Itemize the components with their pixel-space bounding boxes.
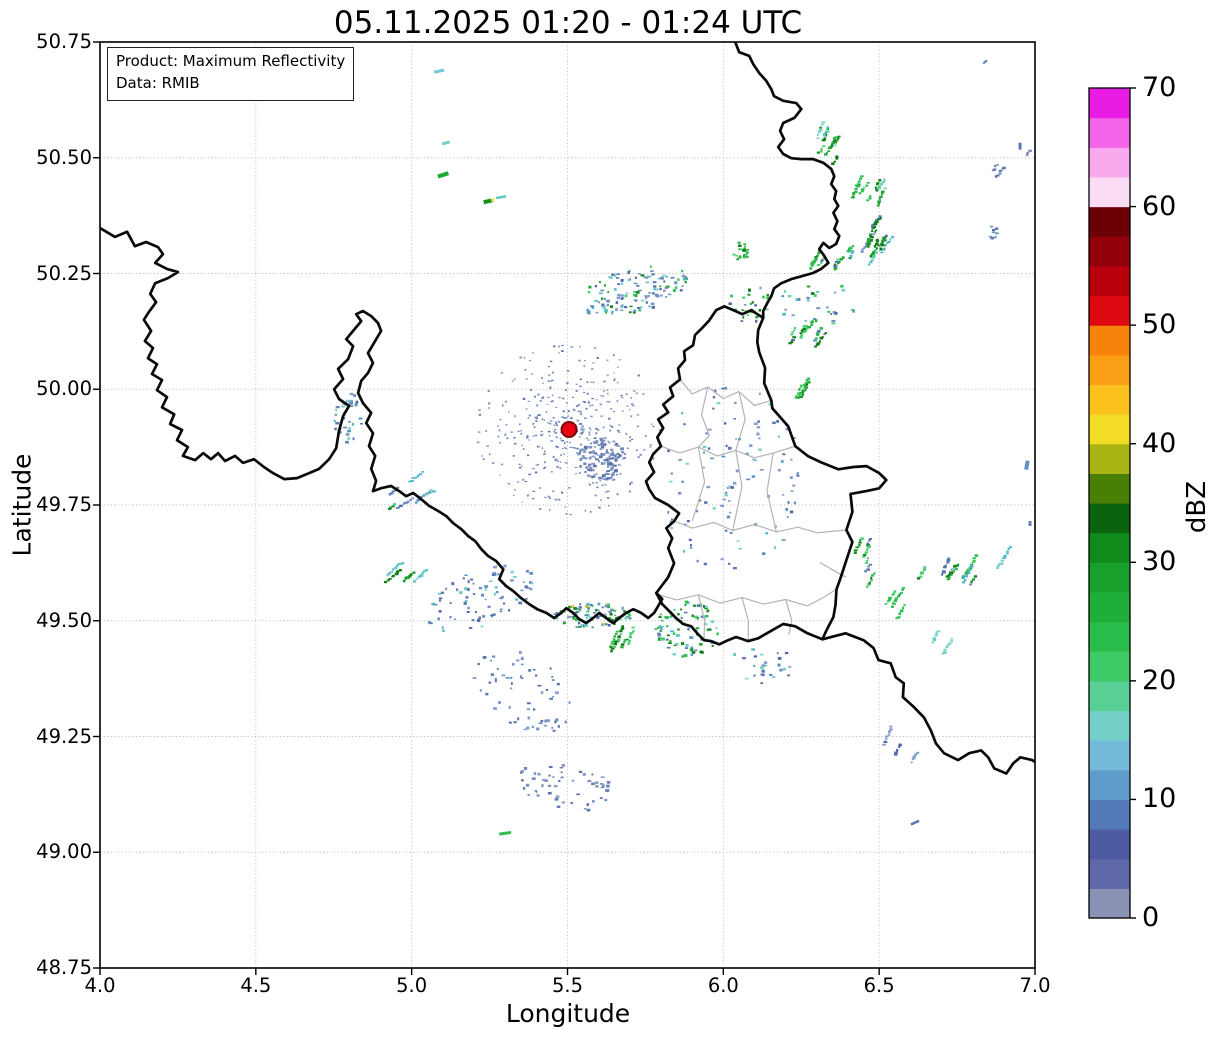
colorbar-tick-label: 70	[1142, 72, 1177, 103]
border-france-germany	[821, 631, 1035, 775]
gridlines	[100, 42, 1035, 968]
colorbar-tick-label: 50	[1142, 309, 1177, 341]
annotation-data-line: Data: RMIB	[116, 73, 200, 92]
y-tick-label: 49.75	[36, 493, 92, 516]
y-tick-label: 49.25	[36, 724, 92, 748]
radar-figure: { "title": "05.11.2025 01:20 - 01:24 UTC…	[0, 0, 1219, 1040]
annotation-box: Product: Maximum Reflectivity Data: RMIB	[107, 47, 355, 101]
y-tick-label: 48.75	[36, 956, 92, 979]
x-tick-label: 6.5	[863, 974, 895, 997]
x-tick-label: 4.5	[240, 974, 272, 997]
y-tick-label: 49.50	[36, 608, 92, 632]
y-tick-label: 50.50	[36, 145, 92, 169]
colorbar-tick-label: 20	[1142, 664, 1177, 696]
x-tick-label: 5.5	[551, 974, 583, 997]
border-luxembourg	[644, 305, 888, 646]
country-borders	[100, 42, 1035, 775]
colorbar-tick-label: 10	[1142, 783, 1177, 815]
plot-frame	[99, 41, 1036, 969]
border-france-belgium	[100, 226, 664, 625]
radar-echoes	[333, 59, 1032, 836]
x-tick-label: 6.0	[707, 974, 739, 997]
x-tick-label: 5.0	[396, 974, 428, 997]
y-tick-label: 50.25	[36, 261, 92, 285]
colorbar	[1088, 87, 1136, 919]
y-tick-label: 50.75	[36, 30, 92, 53]
plot-title: 05.11.2025 01:20 - 01:24 UTC	[333, 5, 803, 41]
colorbar-tick-label: 0	[1142, 902, 1160, 933]
radar-map-canvas	[93, 41, 1136, 975]
x-axis-label: Longitude	[505, 999, 631, 1028]
annotation-product-line: Product: Maximum Reflectivity	[116, 52, 346, 70]
border-belgium-germany	[733, 42, 841, 320]
radar-site-marker	[560, 421, 578, 439]
colorbar-tick-label: 60	[1142, 190, 1177, 222]
y-tick-label: 50.00	[36, 377, 92, 401]
x-tick-label: 7.0	[1019, 974, 1051, 997]
colorbar-label: dBZ	[1182, 480, 1212, 534]
axis-ticks	[93, 41, 1036, 975]
colorbar-tick-label: 30	[1142, 546, 1177, 578]
y-tick-label: 49.00	[36, 840, 92, 864]
colorbar-tick-label: 40	[1142, 427, 1177, 459]
